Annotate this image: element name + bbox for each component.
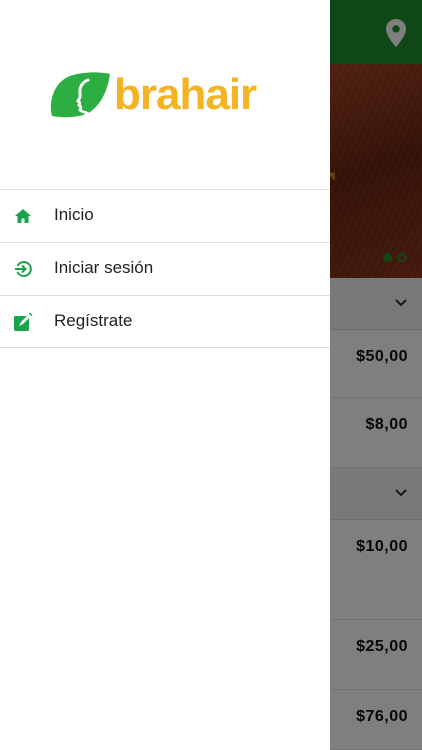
- leaf-face-icon: [50, 72, 110, 118]
- navigation-drawer: brahair Inicio Iniciar sesión Regístrate: [0, 0, 330, 750]
- drawer-item-label: Iniciar sesión: [54, 258, 154, 277]
- drawer-item-label: Regístrate: [54, 311, 133, 330]
- drawer-item-inicio[interactable]: Inicio: [0, 189, 330, 242]
- brand-logo: brahair: [46, 70, 278, 119]
- drawer-item-registrate[interactable]: Regístrate: [0, 295, 330, 348]
- login-icon: [15, 261, 32, 277]
- home-icon: [15, 209, 31, 223]
- brand-name: brahair: [114, 70, 257, 119]
- drawer-item-label: Inicio: [54, 205, 94, 224]
- edit-icon: [14, 312, 33, 331]
- drawer-item-iniciar-sesion[interactable]: Iniciar sesión: [0, 242, 330, 295]
